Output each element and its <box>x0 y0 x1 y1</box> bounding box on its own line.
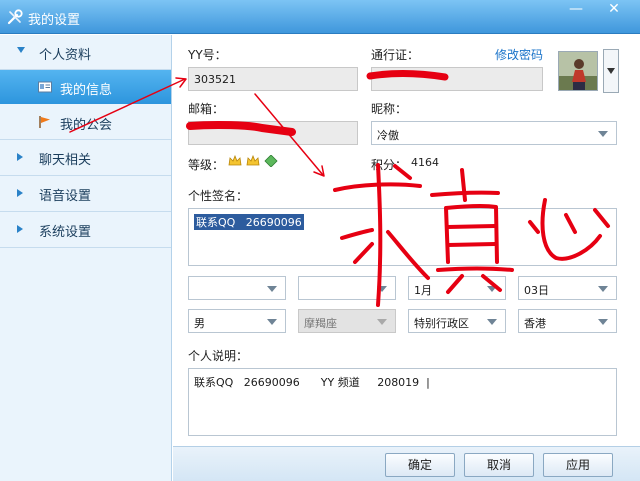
points-value: 4164 <box>411 156 439 169</box>
flag-icon <box>39 116 50 128</box>
gender-value: 男 <box>194 317 205 330</box>
chevron-down-icon <box>598 319 608 325</box>
signature-label: 个性签名： <box>188 189 249 203</box>
birth-day-select[interactable]: 03日 <box>518 276 617 300</box>
change-password-link[interactable]: 修改密码 <box>495 46 543 63</box>
birth-month-select[interactable]: 1月 <box>408 276 506 300</box>
nickname-input[interactable]: 冷傲 <box>371 121 617 145</box>
title-bar: 我的设置 — ✕ <box>0 0 640 34</box>
yy-label: YY号： <box>188 48 227 62</box>
passport-field <box>371 67 543 91</box>
chevron-down-icon <box>598 286 608 292</box>
nav-group-label: 个人资料 <box>39 48 92 63</box>
diamond-icon <box>264 155 278 167</box>
sidebar-item-label: 我的公会 <box>60 118 113 133</box>
signature-textarea[interactable]: 联系QQ 26690096 <box>188 208 617 266</box>
dialog-footer: 确定 取消 应用 <box>173 446 640 481</box>
chevron-down-icon <box>17 47 25 53</box>
nav-group-profile[interactable]: 个人资料 <box>0 35 171 70</box>
divider <box>0 247 171 248</box>
city-select[interactable]: 香港 <box>518 309 617 333</box>
ok-button[interactable]: 确定 <box>385 453 455 477</box>
minimize-button[interactable]: — <box>562 0 590 20</box>
region-select[interactable]: 特别行政区 <box>408 309 506 333</box>
settings-sidebar: 个人资料 我的信息 我的公会 聊天相关 语音设置 系统设置 <box>0 35 172 481</box>
chevron-down-icon <box>267 319 277 325</box>
crown-icon <box>246 155 260 166</box>
chevron-right-icon <box>17 153 23 161</box>
nav-group-chat[interactable]: 聊天相关 <box>0 140 171 175</box>
zodiac-value: 摩羯座 <box>304 317 337 330</box>
nav-group-label: 系统设置 <box>39 225 92 240</box>
birth-month-value: 1月 <box>414 284 432 297</box>
passport-label: 通行证： <box>371 48 420 62</box>
nickname-value: 冷傲 <box>377 129 399 142</box>
email-label: 邮箱： <box>188 102 225 116</box>
chevron-down-icon <box>377 319 387 325</box>
sidebar-item-my-info[interactable]: 我的信息 <box>0 70 171 104</box>
window-title: 我的设置 <box>28 13 81 28</box>
apply-button[interactable]: 应用 <box>543 453 613 477</box>
chevron-down-icon <box>377 286 387 292</box>
signature-value: 联系QQ 26690096 <box>194 214 304 230</box>
sidebar-item-my-guild[interactable]: 我的公会 <box>0 105 171 139</box>
yy-number-field: 303521 <box>188 67 358 91</box>
chevron-right-icon <box>17 189 23 197</box>
level-label: 等级： <box>188 158 225 172</box>
chevron-down-icon <box>607 68 615 74</box>
nav-group-system[interactable]: 系统设置 <box>0 212 171 247</box>
chevron-right-icon <box>17 225 23 233</box>
tools-icon <box>7 9 23 25</box>
birth-year-select[interactable] <box>188 276 286 300</box>
description-value: 联系QQ 26690096 YY 频道 208019 | <box>194 376 430 389</box>
avatar-menu-button[interactable] <box>603 49 619 93</box>
zodiac-select: 摩羯座 <box>298 309 396 333</box>
crown-icon <box>228 155 242 166</box>
cancel-button[interactable]: 取消 <box>464 453 534 477</box>
sidebar-item-label: 我的信息 <box>60 83 113 98</box>
region-value: 特别行政区 <box>414 317 469 330</box>
nickname-label: 昵称： <box>371 102 408 116</box>
close-button[interactable]: ✕ <box>597 0 631 20</box>
chevron-down-icon <box>487 319 497 325</box>
nav-group-voice[interactable]: 语音设置 <box>0 176 171 211</box>
description-textarea[interactable]: 联系QQ 26690096 YY 频道 208019 | <box>188 368 617 436</box>
city-value: 香港 <box>524 317 546 330</box>
chevron-down-icon <box>598 131 608 137</box>
chevron-down-icon <box>487 286 497 292</box>
yy-number-value: 303521 <box>194 73 236 86</box>
id-card-icon <box>38 81 52 93</box>
profile-form: YY号： 303521 通行证： 修改密码 邮箱： 昵称： 冷傲 等级： 积分：… <box>173 35 640 446</box>
blood-type-select[interactable] <box>298 276 396 300</box>
avatar-photo <box>559 52 597 90</box>
description-label: 个人说明： <box>188 349 249 363</box>
points-label: 积分： <box>371 158 408 172</box>
nav-group-label: 聊天相关 <box>39 153 92 168</box>
nav-group-label: 语音设置 <box>39 189 92 204</box>
avatar[interactable] <box>558 51 598 91</box>
birth-day-value: 03日 <box>524 284 549 297</box>
gender-select[interactable]: 男 <box>188 309 286 333</box>
email-field <box>188 121 358 145</box>
chevron-down-icon <box>267 286 277 292</box>
